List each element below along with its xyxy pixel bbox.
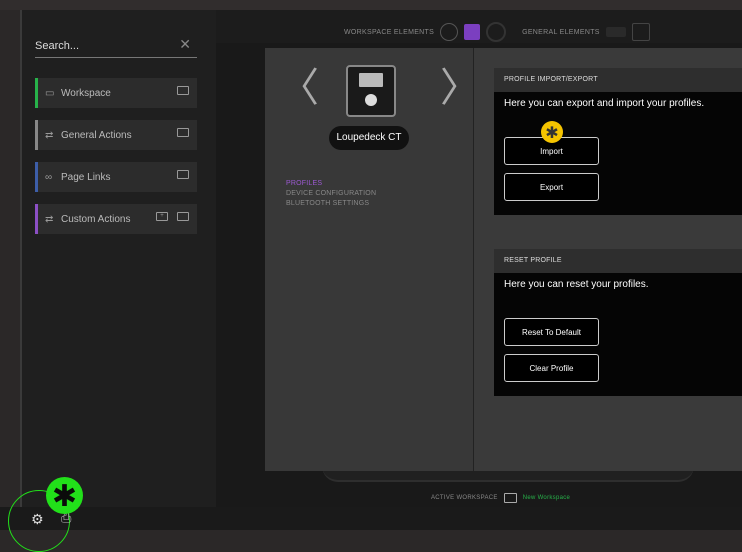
folder-icon[interactable]: [177, 212, 189, 221]
device-screen: [359, 73, 383, 87]
grid-small-icon[interactable]: [631, 23, 650, 41]
window-top-strip: [0, 0, 742, 10]
search-input[interactable]: [35, 37, 165, 55]
card-title: PROFILE IMPORT/EXPORT: [494, 68, 742, 92]
menu-item-profiles[interactable]: PROFILES: [286, 179, 376, 189]
card-description: Here you can export and import your prof…: [504, 98, 705, 109]
device-knob: [365, 94, 377, 106]
device-name-badge[interactable]: Loupedeck CT: [329, 126, 409, 150]
sidebar-item-custom-actions[interactable]: ⇄ Custom Actions +: [35, 204, 197, 234]
workspace-name: New Workspace: [522, 495, 571, 501]
search-box: ✕: [35, 36, 197, 58]
active-workspace-indicator[interactable]: ACTIVE WORKSPACE New Workspace: [431, 493, 570, 503]
device-menu: PROFILES DEVICE CONFIGURATION BLUETOOTH …: [286, 179, 376, 209]
card-description: Here you can reset your profiles.: [504, 279, 649, 290]
active-workspace-label: ACTIVE WORKSPACE: [431, 495, 498, 501]
swap-icon: ⇄: [45, 213, 54, 225]
grid-icon[interactable]: [464, 24, 481, 40]
sidebar-item-label: Workspace: [61, 87, 111, 99]
top-nav: WORKSPACE ELEMENTS GENERAL ELEMENTS: [216, 21, 742, 43]
toggle-icon[interactable]: [605, 27, 626, 37]
bottom-toolbar: [0, 507, 742, 530]
sidebar-item-general-actions[interactable]: ⇄ General Actions: [35, 120, 197, 150]
card-title: RESET PROFILE: [494, 249, 742, 273]
monitor-icon: ▭: [45, 87, 55, 99]
clear-profile-button[interactable]: Clear Profile: [504, 354, 599, 382]
close-icon[interactable]: ✕: [179, 36, 191, 53]
accent-bar: [35, 78, 38, 108]
refresh-icon[interactable]: [440, 23, 459, 41]
link-icon: ∞: [45, 171, 53, 183]
workspace-elements-label: WORKSPACE ELEMENTS: [344, 28, 435, 36]
asterisk-icon: ✱: [46, 477, 83, 514]
sidebar-item-workspace[interactable]: ▭ Workspace: [35, 78, 197, 108]
loupedeck-device-icon: [346, 65, 396, 117]
menu-item-bluetooth-settings[interactable]: BLUETOOTH SETTINGS: [286, 199, 376, 209]
accent-bar: [35, 204, 38, 234]
sidebar-item-label: General Actions: [61, 129, 132, 141]
export-button[interactable]: Export: [504, 173, 599, 201]
chevron-right-icon[interactable]: 〉: [440, 68, 480, 108]
monitor-icon: [503, 493, 517, 503]
general-elements-label: GENERAL ELEMENTS: [522, 28, 600, 36]
sidebar-item-label: Custom Actions: [61, 213, 131, 225]
swap-icon: ⇄: [45, 129, 54, 141]
folder-icon[interactable]: [177, 86, 189, 95]
sidebar-item-label: Page Links: [61, 171, 111, 183]
dial-icon[interactable]: [486, 22, 507, 42]
reset-to-default-button[interactable]: Reset To Default: [504, 318, 599, 346]
folder-icon[interactable]: [177, 128, 189, 137]
chevron-left-icon[interactable]: 〈: [279, 68, 319, 108]
accent-bar: [35, 120, 38, 150]
asterisk-icon: ✱: [541, 121, 563, 143]
add-folder-icon[interactable]: +: [156, 212, 168, 221]
folder-icon[interactable]: [177, 170, 189, 179]
menu-item-device-configuration[interactable]: DEVICE CONFIGURATION: [286, 189, 376, 199]
gear-icon[interactable]: ⚙: [31, 512, 44, 528]
sidebar-item-page-links[interactable]: ∞ Page Links: [35, 162, 197, 192]
accent-bar: [35, 162, 38, 192]
